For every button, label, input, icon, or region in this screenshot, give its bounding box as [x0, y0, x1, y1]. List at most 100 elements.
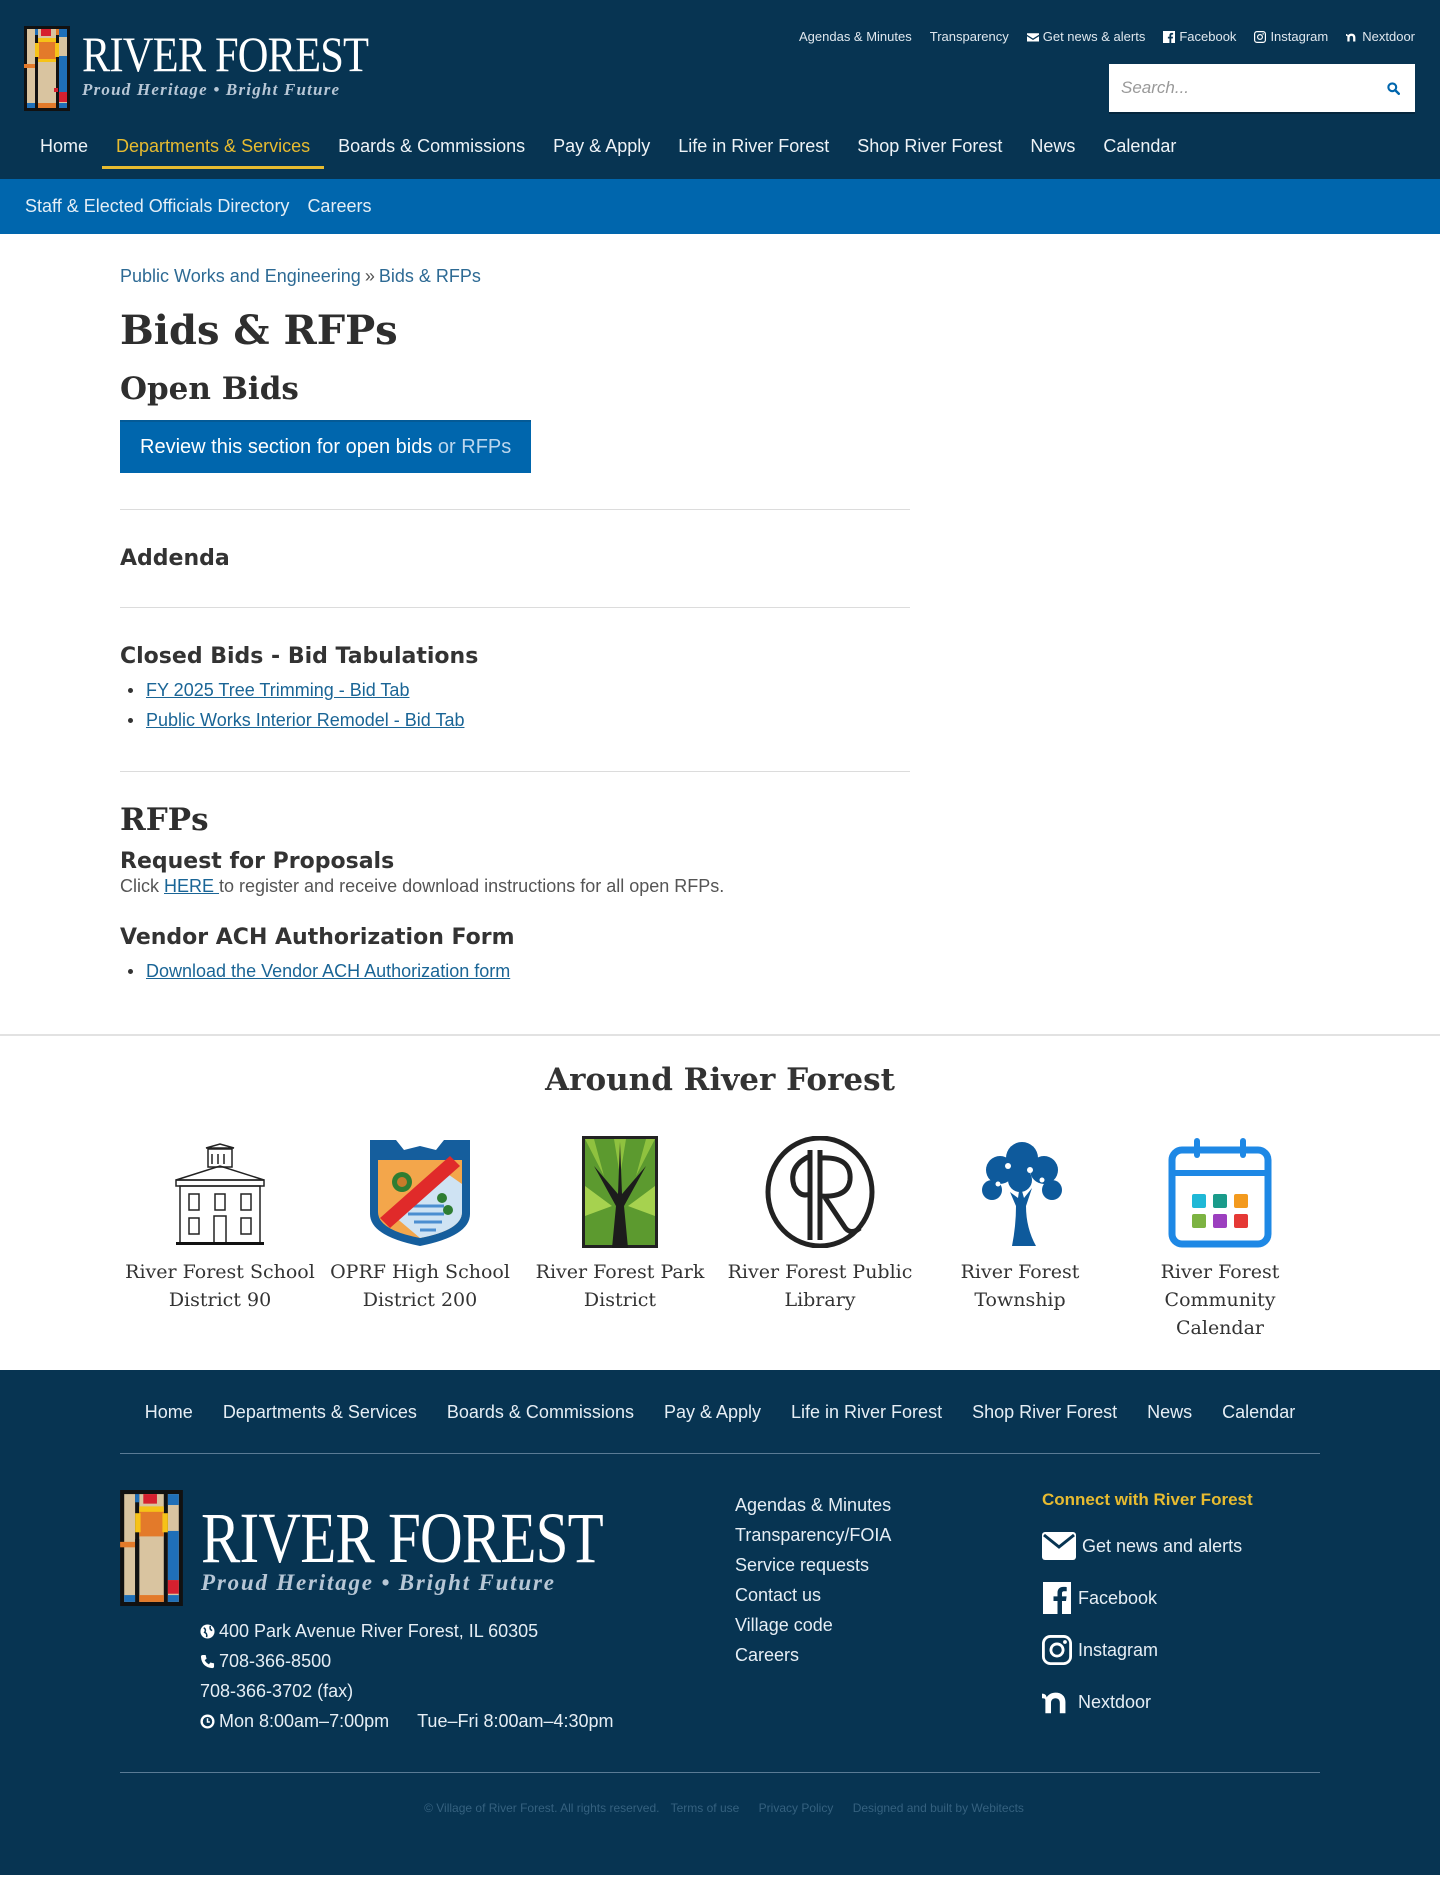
breadcrumb-parent[interactable]: Public Works and Engineering	[120, 266, 361, 286]
around-item-park-district[interactable]: River Forest Park District	[520, 1136, 720, 1342]
social-label: Instagram	[1078, 1639, 1159, 1660]
hours-tue-fri: Tue–Fri 8:00am–4:30pm	[417, 1711, 614, 1732]
nav-item-life-in-river-forest[interactable]: Life in River Forest	[664, 128, 843, 173]
page-title: Bids & RFPs	[120, 307, 398, 354]
tree-window-icon	[582, 1136, 658, 1249]
quick-link-contact-us[interactable]: Contact us	[735, 1580, 1042, 1610]
search-box	[1109, 64, 1415, 114]
hours-mon: Mon 8:00am–7:00pm	[219, 1711, 390, 1732]
bid-tab-link[interactable]: Public Works Interior Remodel - Bid Tab	[146, 705, 464, 735]
footer-nav-life-in-river-forest[interactable]: Life in River Forest	[776, 1402, 957, 1423]
utility-link-facebook[interactable]: Facebook	[1163, 29, 1236, 44]
social-facebook[interactable]: Facebook	[1042, 1582, 1253, 1615]
around-item-school-district-90[interactable]: River Forest School District 90	[120, 1136, 320, 1342]
social-news-alerts[interactable]: Get news and alerts	[1042, 1530, 1253, 1562]
around-item-label: River Forest School District 90	[125, 1261, 315, 1312]
hours-row: Mon 8:00am–7:00pm Tue–Fri 8:00am–4:30pm	[200, 1706, 735, 1736]
fax-row: 708-366-3702 (fax)	[200, 1676, 735, 1706]
footer-nav-shop-river-forest[interactable]: Shop River Forest	[957, 1402, 1132, 1423]
main-content: Public Works and Engineering» Bids & RFPs…	[120, 234, 910, 986]
social-nextdoor[interactable]: Nextdoor	[1042, 1686, 1253, 1718]
instagram-icon	[1254, 30, 1267, 43]
utility-link-label: Instagram	[1270, 29, 1329, 44]
search-button[interactable]	[1383, 78, 1403, 98]
footer-nav-pay-apply[interactable]: Pay & Apply	[649, 1402, 776, 1423]
social-instagram[interactable]: Instagram	[1042, 1634, 1253, 1666]
footer-nav-calendar[interactable]: Calendar	[1207, 1402, 1310, 1423]
footer-nav-departments-services[interactable]: Departments & Services	[208, 1402, 432, 1423]
address-text: 400 Park Avenue River Forest, IL 60305	[219, 1621, 539, 1642]
footer-logo[interactable]: RIVER FOREST Proud Heritage • Bright Fut…	[120, 1490, 735, 1607]
vendor-ach-download-link[interactable]: Download the Vendor ACH Authorization fo…	[146, 956, 510, 986]
footer-nav-home[interactable]: Home	[130, 1402, 208, 1423]
connect-title: Connect with River Forest	[1042, 1490, 1253, 1510]
utility-link-news-alerts[interactable]: Get news & alerts	[1026, 29, 1145, 44]
around-item-township[interactable]: River Forest Township	[920, 1136, 1120, 1342]
utility-link-label: Nextdoor	[1362, 29, 1415, 44]
open-bids-button[interactable]: Review this section for open bids or RFP…	[120, 420, 532, 474]
rfps-heading: RFPs	[120, 802, 209, 839]
privacy-link[interactable]: Privacy Policy	[759, 1801, 834, 1815]
nextdoor-icon	[1346, 33, 1356, 41]
breadcrumb-current[interactable]: Bids & RFPs	[379, 266, 481, 286]
quick-link-village-code[interactable]: Village code	[735, 1610, 1042, 1640]
nav-item-departments-services[interactable]: Departments & Services	[102, 128, 325, 173]
phone-link[interactable]: 708-366-8500	[219, 1646, 331, 1676]
nav-item-calendar[interactable]: Calendar	[1089, 128, 1190, 173]
utility-link-agendas[interactable]: Agendas & Minutes	[799, 29, 912, 44]
site-logo[interactable]: RIVER FOREST Proud Heritage • Bright Fut…	[24, 26, 419, 111]
search-input[interactable]	[1121, 78, 1383, 98]
vendor-ach-list: Download the Vendor ACH Authorization fo…	[120, 956, 910, 986]
address-row: 400 Park Avenue River Forest, IL 60305	[200, 1616, 735, 1646]
around-river-forest: Around River Forest River Forest School …	[0, 1034, 1440, 1370]
bid-tab-link[interactable]: FY 2025 Tree Trimming - Bid Tab	[146, 675, 409, 705]
around-item-label: River Forest Community Calendar	[1160, 1261, 1280, 1340]
envelope-icon	[1026, 32, 1039, 41]
globe-icon	[200, 1624, 215, 1639]
quick-link-careers[interactable]: Careers	[735, 1640, 1042, 1670]
nav-item-shop-river-forest[interactable]: Shop River Forest	[843, 128, 1016, 173]
divider	[120, 771, 910, 773]
facebook-icon	[1043, 1582, 1071, 1615]
utility-link-instagram[interactable]: Instagram	[1254, 29, 1328, 44]
schoolhouse-icon	[175, 1143, 265, 1246]
nav-item-news[interactable]: News	[1016, 128, 1089, 173]
main-nav: Home Departments & Services Boards & Com…	[26, 128, 1190, 173]
quick-link-transparency-foia[interactable]: Transparency/FOIA	[735, 1520, 1042, 1550]
around-item-label: River Forest Township	[960, 1261, 1080, 1312]
webitects-link[interactable]: Designed and built by Webitects	[853, 1801, 1024, 1815]
around-item-public-library[interactable]: River Forest Public Library	[720, 1136, 920, 1342]
nav-item-home[interactable]: Home	[26, 128, 102, 173]
quick-link-service-requests[interactable]: Service requests	[735, 1550, 1042, 1580]
utility-link-nextdoor[interactable]: Nextdoor	[1346, 29, 1415, 44]
nav-item-pay-apply[interactable]: Pay & Apply	[539, 128, 664, 173]
closed-bids-heading: Closed Bids - Bid Tabulations	[120, 644, 479, 670]
rfp-register-link[interactable]: HERE	[164, 876, 219, 896]
stained-glass-logo-icon	[120, 1490, 183, 1607]
quick-link-agendas[interactable]: Agendas & Minutes	[735, 1490, 1042, 1520]
around-item-oprf-high-school[interactable]: OPRF High School District 200	[320, 1136, 520, 1342]
footer-contact-column: RIVER FOREST Proud Heritage • Bright Fut…	[120, 1490, 735, 1772]
utility-link-label: Agendas & Minutes	[799, 29, 912, 44]
footer-connect: Connect with River Forest Get news and a…	[1042, 1490, 1253, 1772]
subnav-item-staff-directory[interactable]: Staff & Elected Officials Directory	[25, 196, 289, 217]
divider	[120, 509, 910, 511]
instagram-icon	[1042, 1635, 1072, 1666]
contact-info: 400 Park Avenue River Forest, IL 60305 7…	[200, 1616, 735, 1736]
terms-link[interactable]: Terms of use	[671, 1801, 740, 1815]
nav-item-boards-commissions[interactable]: Boards & Commissions	[324, 128, 539, 173]
open-bids-button-tail: or RFPs	[432, 436, 512, 459]
around-item-label: River Forest Public Library	[727, 1261, 913, 1312]
footer-nav-boards-commissions[interactable]: Boards & Commissions	[432, 1402, 649, 1423]
footer-nav-news[interactable]: News	[1132, 1402, 1207, 1423]
vendor-ach-heading: Vendor ACH Authorization Form	[120, 925, 515, 951]
stained-glass-logo-icon	[24, 26, 70, 111]
subnav-item-careers[interactable]: Careers	[307, 196, 371, 217]
list-item: Public Works Interior Remodel - Bid Tab	[128, 705, 910, 735]
around-item-community-calendar[interactable]: River Forest Community Calendar	[1120, 1136, 1320, 1342]
rfp-text-after: to register and receive download instruc…	[219, 876, 725, 897]
calendar-icon	[1168, 1138, 1272, 1248]
utility-link-transparency[interactable]: Transparency	[930, 29, 1009, 44]
clock-icon	[200, 1714, 215, 1729]
logo-title: RIVER FOREST	[82, 26, 369, 82]
